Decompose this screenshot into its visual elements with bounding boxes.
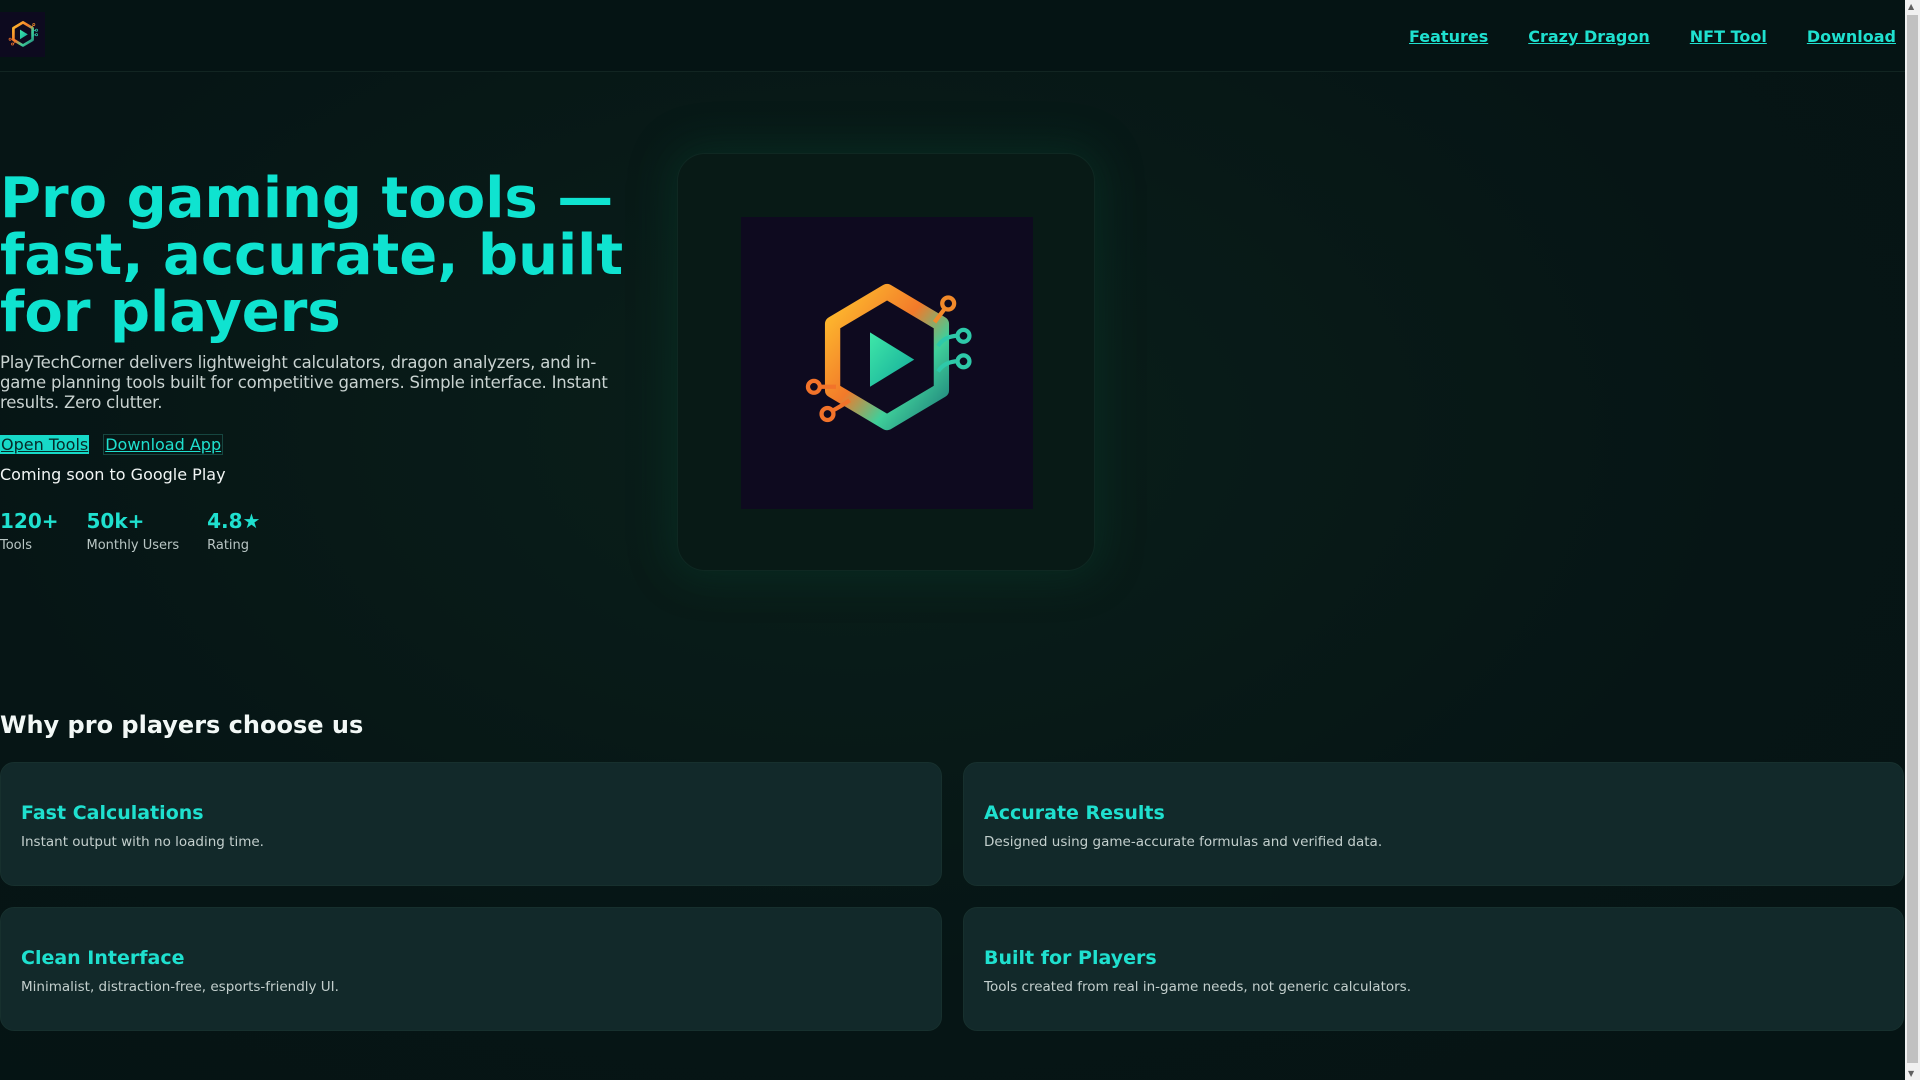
feature-title: Fast Calculations [21,802,204,824]
scrollbar-thumb[interactable] [1907,15,1918,1063]
feature-card: Fast Calculations Instant output with no… [0,762,942,886]
feature-title: Accurate Results [984,802,1165,824]
nav-download[interactable]: Download [1807,27,1896,46]
scroll-up-arrow-icon[interactable]: ▲ [1908,2,1914,11]
feature-title: Built for Players [984,947,1157,969]
stat-tools: 120+ Tools [0,509,59,553]
logo-icon [802,278,972,448]
feature-card: Built for Players Tools created from rea… [963,907,1904,1031]
feature-description: Instant output with no loading time. [21,834,264,850]
feature-description: Minimalist, distraction-free, esports-fr… [21,979,339,995]
stat-label: Tools [0,538,33,553]
stat-rating: 4.8★ Rating [207,509,260,553]
stat-monthly-users: 50k+ Monthly Users [87,509,180,553]
scroll-down-arrow-icon[interactable]: ▼ [1908,1069,1914,1078]
stats: 120+ Tools 50k+ Monthly Users 4.8★ Ratin… [0,509,650,553]
open-tools-button[interactable]: Open Tools [0,435,90,454]
stat-label: Rating [207,538,250,553]
hero-image-card [677,153,1095,571]
brand-logo[interactable] [0,12,45,57]
site-header: Features Crazy Dragon NFT Tool Download [0,0,1905,72]
page: Features Crazy Dragon NFT Tool Download … [0,0,1905,1080]
coming-soon-note: Coming soon to Google Play [0,465,226,484]
hero-title: Pro gaming tools — fast, accurate, built… [0,166,624,345]
hero-section: Pro gaming tools — fast, accurate, built… [0,170,650,553]
feature-title: Clean Interface [21,947,185,969]
feature-description: Designed using game-accurate formulas an… [984,834,1383,850]
nav-nft-tool[interactable]: NFT Tool [1690,27,1767,46]
hero-description: PlayTechCorner delivers lightweight calc… [0,353,608,412]
stat-value: 4.8★ [207,509,261,533]
features-heading: Why pro players choose us [0,711,364,739]
page-scrollbar[interactable]: ▲ ▼ [1905,0,1920,1080]
stat-value: 50k+ [86,509,145,533]
feature-description: Tools created from real in-game needs, n… [984,979,1411,995]
feature-card: Clean Interface Minimalist, distraction-… [0,907,942,1031]
stat-label: Monthly Users [86,538,180,553]
stat-value: 120+ [0,509,59,533]
main-nav: Features Crazy Dragon NFT Tool Download [1409,0,1896,72]
feature-card: Accurate Results Designed using game-acc… [963,762,1904,886]
nav-crazy-dragon[interactable]: Crazy Dragon [1528,27,1650,46]
logo-icon [8,20,38,50]
nav-features[interactable]: Features [1409,27,1488,46]
hero-logo-image [741,217,1033,509]
download-app-button[interactable]: Download App [103,434,224,455]
hero-actions: Open Tools Download App [0,434,650,455]
